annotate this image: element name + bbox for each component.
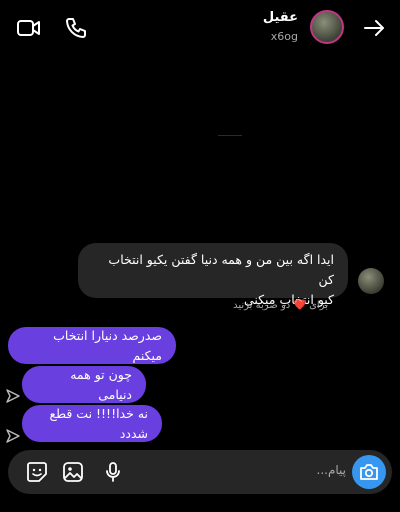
video-call-icon[interactable] — [16, 16, 42, 40]
share-icon[interactable] — [6, 388, 20, 403]
outgoing-message-text: چون تو همه دنیامی — [70, 366, 132, 402]
share-icon[interactable] — [6, 428, 20, 443]
sender-avatar[interactable] — [358, 268, 384, 294]
outgoing-message[interactable]: چون تو همه دنیامی — [22, 366, 146, 403]
contact-username[interactable]: x6og — [271, 30, 298, 43]
reaction-hint-text-rest: دو ضربه بزنید — [233, 300, 291, 311]
message-composer[interactable]: پیام... — [8, 450, 392, 494]
reaction-hint-text: برای — [309, 300, 328, 311]
outgoing-message-text: نه خدا!!!! نت قطع شددد — [49, 405, 148, 441]
back-arrow-icon[interactable] — [362, 16, 386, 40]
incoming-message-line1: ایدا اگه بین من و همه دنیا گفتن یکیو انت… — [108, 252, 334, 287]
outgoing-message-text: صدرصد دنیارا انتخاب میکنم — [53, 327, 162, 363]
outgoing-message[interactable]: نه خدا!!!! نت قطع شددد — [22, 405, 162, 442]
heart-icon: ❤️ — [293, 300, 306, 311]
outgoing-message[interactable]: صدرصد دنیارا انتخاب میکنم — [8, 327, 176, 364]
divider — [218, 135, 242, 136]
reaction-hint: برای ❤️ دو ضربه بزنید — [233, 300, 328, 311]
message-input[interactable]: پیام... — [317, 463, 347, 477]
contact-avatar[interactable] — [310, 10, 344, 44]
gallery-icon[interactable] — [62, 461, 84, 483]
phone-icon[interactable] — [64, 16, 88, 40]
incoming-message[interactable]: ایدا اگه بین من و همه دنیا گفتن یکیو انت… — [78, 243, 348, 307]
camera-icon[interactable] — [352, 455, 386, 489]
contact-name[interactable]: عقیل — [263, 10, 298, 25]
microphone-icon[interactable] — [102, 461, 124, 483]
chat-header: عقیل x6og — [0, 0, 400, 56]
sticker-icon[interactable] — [26, 461, 48, 483]
